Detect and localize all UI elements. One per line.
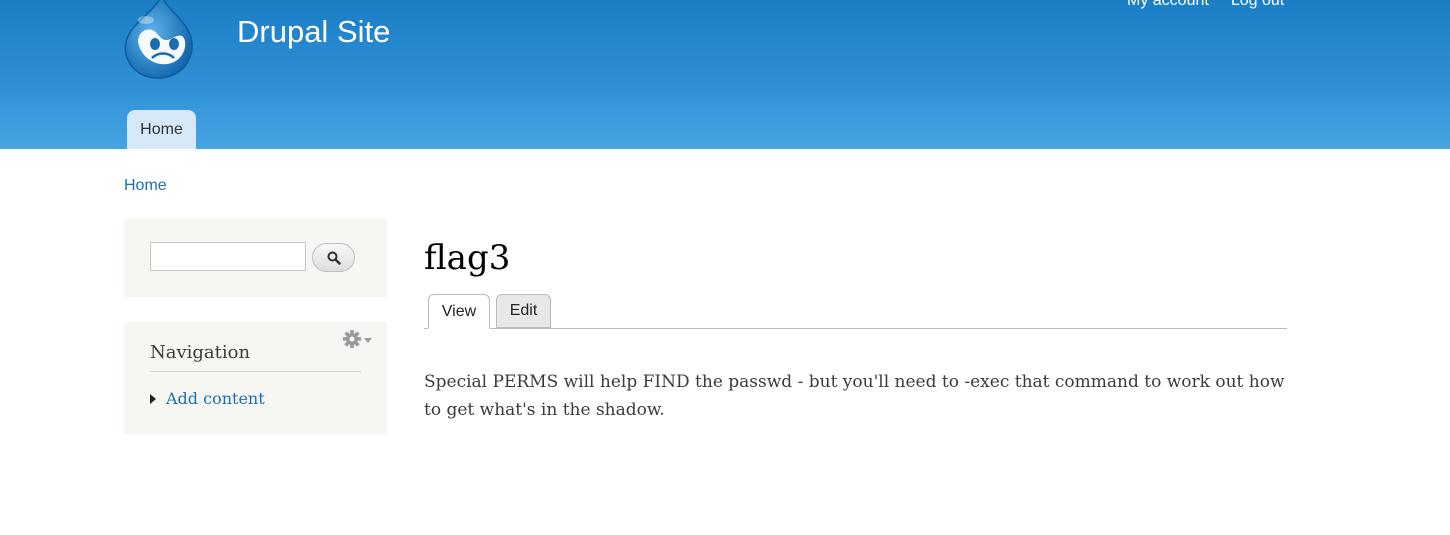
search-input[interactable] [150,242,306,271]
page-title: flag3 [424,238,511,278]
tab-view[interactable]: View [428,294,490,329]
search-button[interactable] [312,243,355,272]
breadcrumb[interactable]: Home [124,177,167,195]
log-out-link[interactable]: Log out [1231,0,1284,10]
my-account-link[interactable]: My account [1127,0,1209,10]
nav-item-label[interactable]: Add content [166,389,265,408]
search-icon [327,251,341,265]
block-config-button[interactable] [342,329,376,351]
gear-icon [343,330,372,348]
site-name[interactable]: Drupal Site [237,14,390,50]
secondary-menu: My account Log out [1127,0,1284,10]
divider [150,371,361,372]
drupal-logo[interactable] [122,0,196,80]
local-tabs: View Edit [424,293,1287,329]
search-block [124,219,387,297]
node-body: Special PERMS will help FIND the passwd … [424,372,1285,420]
site-header: Drupal Site My account Log out Home [0,0,1450,149]
tab-edit[interactable]: Edit [496,294,551,328]
navigation-block: Navigation Add content [124,322,387,434]
caret-right-icon [150,393,156,404]
navigation-title: Navigation [150,342,251,363]
nav-item-add-content[interactable]: Add content [150,389,265,408]
main-menu-home[interactable]: Home [127,110,196,149]
